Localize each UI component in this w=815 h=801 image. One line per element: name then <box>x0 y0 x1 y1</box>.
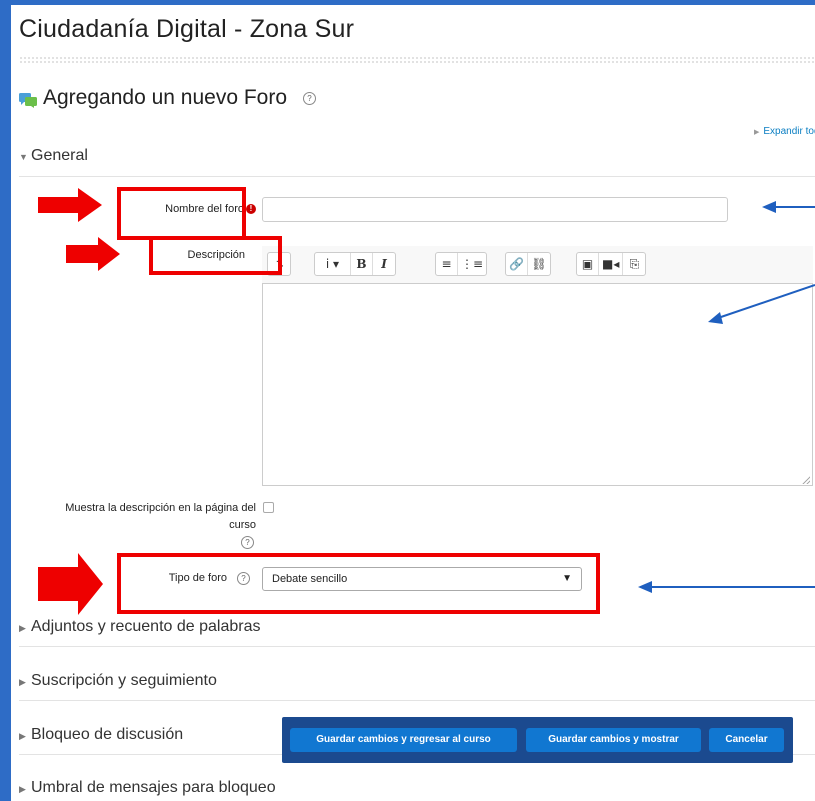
image-icon[interactable]: ▣ <box>577 253 599 275</box>
page-heading: Agregando un nuevo Foro ? <box>19 86 317 110</box>
divider <box>19 700 815 701</box>
section-suscripcion[interactable]: ▶ Suscripción y seguimiento <box>19 672 217 690</box>
forum-name-input[interactable] <box>262 197 728 222</box>
blue-arrow-icon <box>762 201 815 213</box>
section-bloqueo[interactable]: ▶ Bloqueo de discusión <box>19 726 183 744</box>
frame-top-border <box>0 0 815 5</box>
expand-all-link[interactable]: ▶Expandir todo <box>754 126 815 137</box>
annotation-box-forum-name <box>117 187 246 240</box>
header-divider <box>19 56 815 64</box>
unlink-icon[interactable]: ⛓ <box>528 253 550 275</box>
ordered-list-icon[interactable]: ⋮≡ <box>458 253 486 275</box>
link-icon[interactable]: 🔗 <box>506 253 528 275</box>
caret-right-icon: ▶ <box>754 129 760 136</box>
show-description-label-line2: curso <box>229 519 256 531</box>
save-button-bar: Guardar cambios y regresar al curso Guar… <box>282 717 793 763</box>
page-heading-text: Agregando un nuevo Foro <box>43 86 288 109</box>
caret-right-icon: ▶ <box>19 784 26 794</box>
section-umbral-label: Umbral de mensajes para bloqueo <box>31 779 276 796</box>
save-and-display-button[interactable]: Guardar cambios y mostrar <box>526 728 701 752</box>
show-description-label-line1: Muestra la descripción en la página del <box>65 502 256 514</box>
required-icon: ! <box>246 204 256 214</box>
blue-arrow-icon <box>638 581 815 593</box>
section-umbral[interactable]: ▶ Umbral de mensajes para bloqueo <box>19 779 276 797</box>
resize-handle[interactable] <box>800 474 810 484</box>
annotation-box-description <box>149 236 282 275</box>
red-arrow-icon <box>38 553 103 615</box>
manage-files-icon[interactable]: ⎘ <box>623 253 645 275</box>
cancel-button[interactable]: Cancelar <box>709 728 784 752</box>
toolbar-group-3: ≡ ⋮≡ <box>435 252 488 276</box>
site-title[interactable]: Ciudadanía Digital - Zona Sur <box>19 15 354 44</box>
divider <box>19 176 815 177</box>
show-description-checkbox[interactable] <box>263 502 274 513</box>
editor-toolbar: ↴ i ▾ B I ≡ ⋮≡ 🔗 ⛓ ▣ ■◂ ⎘ <box>262 246 813 284</box>
unordered-list-icon[interactable]: ≡ <box>436 253 458 275</box>
save-and-return-button[interactable]: Guardar cambios y regresar al curso <box>290 728 517 752</box>
frame-left-border <box>0 0 11 801</box>
section-adjuntos-label: Adjuntos y recuento de palabras <box>31 618 261 635</box>
media-icon[interactable]: ■◂ <box>599 253 624 275</box>
bold-icon[interactable]: B <box>351 253 373 275</box>
section-adjuntos[interactable]: ▶ Adjuntos y recuento de palabras <box>19 618 260 636</box>
section-suscripcion-label: Suscripción y seguimiento <box>31 672 217 689</box>
help-icon[interactable]: ? <box>241 536 254 549</box>
expand-all-label: Expandir todo <box>763 126 815 137</box>
section-general-label: General <box>31 147 88 164</box>
forum-icon <box>19 90 37 108</box>
divider <box>19 646 815 647</box>
caret-right-icon: ▶ <box>19 677 26 687</box>
help-icon[interactable]: ? <box>303 91 317 105</box>
caret-right-icon: ▶ <box>19 731 26 741</box>
toolbar-group-4: 🔗 ⛓ <box>505 252 551 276</box>
show-description-label: Muestra la descripción en la página del … <box>20 500 256 551</box>
caret-right-icon: ▶ <box>19 623 26 633</box>
section-bloqueo-label: Bloqueo de discusión <box>31 726 184 743</box>
toolbar-group-5: ▣ ■◂ ⎘ <box>576 252 647 276</box>
toolbar-group-2: i ▾ B I <box>314 252 396 276</box>
paragraph-style-icon[interactable]: i ▾ <box>315 253 351 275</box>
annotation-box-forum-type <box>117 553 600 614</box>
caret-down-icon: ▼ <box>19 152 28 162</box>
section-general[interactable]: ▼ General <box>19 147 88 165</box>
italic-icon[interactable]: I <box>373 253 395 275</box>
